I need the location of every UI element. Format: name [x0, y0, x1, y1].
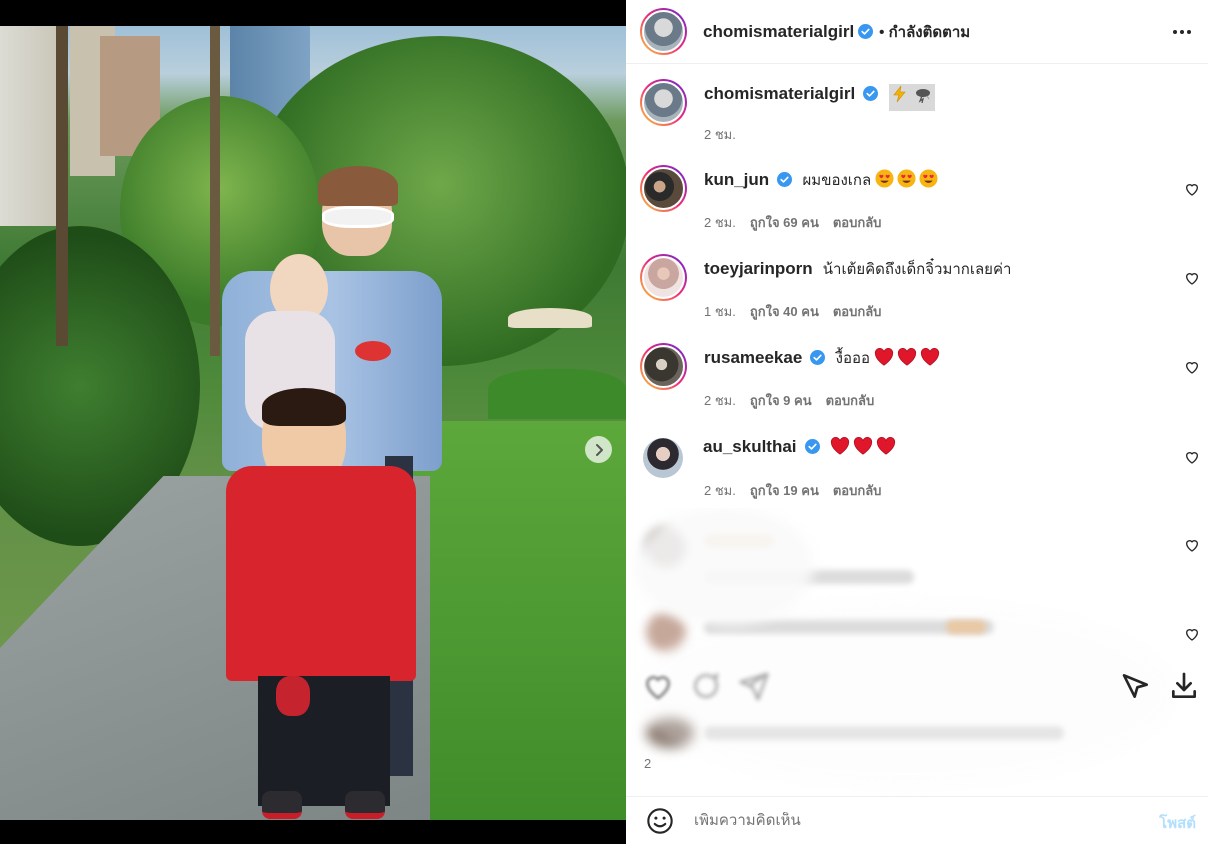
caption-emoji-sticker	[888, 84, 935, 111]
red-heart-emoji-icon	[874, 348, 943, 367]
like-comment-heart-icon[interactable]	[1184, 537, 1200, 553]
emoji-picker-icon[interactable]	[646, 807, 674, 835]
comment-avatar[interactable]	[643, 438, 683, 478]
comment-meta: 2 ชม. ถูกใจ 69 คน ตอบกลับ	[704, 212, 881, 233]
carousel-next-button[interactable]	[585, 436, 612, 463]
author-username[interactable]: chomismaterialgirl	[703, 22, 854, 42]
like-post-heart-icon[interactable]	[642, 670, 674, 702]
comment-time: 2 ชม.	[704, 393, 736, 408]
comment-avatar[interactable]	[640, 254, 687, 301]
comment-meta: 2 ชม. ถูกใจ 19 คน ตอบกลับ	[704, 480, 881, 501]
comment-meta: 2 ชม. ถูกใจ 9 คน ตอบกลับ	[704, 390, 874, 411]
comment-icon[interactable]	[690, 670, 722, 702]
comment-composer: โพสต์	[626, 796, 1208, 844]
comment-likes-count[interactable]: ถูกใจ 69 คน	[750, 212, 819, 233]
like-comment-heart-icon[interactable]	[1184, 449, 1200, 465]
comment-username[interactable]: rusameekae	[704, 348, 802, 367]
reply-button[interactable]: ตอบกลับ	[833, 480, 882, 501]
caption-time: 2 ชม.	[704, 127, 736, 142]
comment-item: rusameekae งื้อออ 2 ชม. ถูกใจ 9 คน ตอบกล…	[640, 343, 1200, 423]
follow-status-button[interactable]: • กำลังติดตาม	[879, 20, 970, 44]
blurred-comments-area: 2	[626, 508, 1208, 798]
comment-input[interactable]	[694, 812, 1134, 829]
author-avatar[interactable]	[640, 8, 687, 55]
heart-eyes-emoji-icon	[875, 169, 941, 189]
storm-cloud-icon	[915, 89, 930, 104]
lightning-emoji-icon	[892, 85, 906, 103]
share-icon[interactable]	[738, 670, 770, 702]
post-media-pane	[0, 0, 626, 844]
like-comment-heart-icon[interactable]	[1184, 359, 1200, 375]
download-save-icon[interactable]	[1168, 670, 1200, 702]
verified-badge-icon	[804, 439, 820, 454]
verified-badge-icon	[863, 86, 879, 101]
post-comment-button[interactable]: โพสต์	[1159, 811, 1196, 835]
comment-time: 2 ชม.	[704, 483, 736, 498]
comment-likes-count[interactable]: ถูกใจ 40 คน	[750, 301, 819, 322]
comment-likes-count[interactable]: ถูกใจ 19 คน	[750, 480, 819, 501]
comment-item: au_skulthai 2 ชม. ถูกใจ 19 คน ตอบกลับ	[640, 435, 1200, 515]
comment-time: 1 ชม.	[704, 304, 736, 319]
instagram-post-viewer: chomismaterialgirl • กำลังติดตาม chomism…	[0, 0, 1208, 844]
comment-username[interactable]: au_skulthai	[703, 437, 797, 456]
reply-button[interactable]: ตอบกลับ	[833, 212, 882, 233]
like-comment-heart-icon[interactable]	[1184, 626, 1200, 642]
chevron-right-icon	[595, 443, 603, 456]
comment-avatar[interactable]	[640, 343, 687, 390]
comment-text: ผมของเกล	[802, 172, 872, 189]
post-action-bar	[626, 656, 1208, 716]
like-comment-heart-icon[interactable]	[1184, 270, 1200, 286]
caption-meta: 2 ชม.	[704, 124, 736, 145]
tag-icon[interactable]	[1120, 670, 1152, 702]
comment-text: น้าเต้ยคิดถึงเด็กจิ๋วมากเลยค่า	[822, 261, 1012, 278]
comment-likes-count[interactable]: ถูกใจ 9 คน	[750, 390, 812, 411]
comment-item: toeyjarinporn น้าเต้ยคิดถึงเด็กจิ๋วมากเล…	[640, 254, 1200, 334]
more-horizontal-icon	[1173, 30, 1191, 34]
verified-badge-icon	[777, 172, 793, 187]
like-comment-heart-icon[interactable]	[1184, 181, 1200, 197]
red-heart-emoji-icon	[830, 437, 899, 456]
caption-username[interactable]: chomismaterialgirl	[704, 84, 855, 103]
post-photo[interactable]	[0, 26, 626, 820]
reply-button[interactable]: ตอบกลับ	[833, 301, 882, 322]
comment-username[interactable]: toeyjarinporn	[704, 259, 813, 278]
verified-badge-icon	[858, 24, 874, 39]
post-caption: chomismaterialgirl 2 ชม.	[640, 79, 1200, 149]
post-header: chomismaterialgirl • กำลังติดตาม	[626, 0, 1208, 64]
verified-badge-icon	[810, 350, 826, 365]
comment-item: kun_jun ผมของเกล 2 ชม. ถูกใจ 69 คน ตอบกล…	[640, 165, 1200, 245]
more-options-button[interactable]	[1170, 20, 1194, 44]
comment-text: งื้อออ	[835, 350, 871, 367]
comment-meta: 1 ชม. ถูกใจ 40 คน ตอบกลับ	[704, 301, 881, 322]
comment-time: 2 ชม.	[704, 215, 736, 230]
reply-button[interactable]: ตอบกลับ	[826, 390, 875, 411]
comment-avatar[interactable]	[640, 165, 687, 212]
comments-panel: chomismaterialgirl • กำลังติดตาม chomism…	[626, 0, 1208, 844]
blurred-comment-time: 2	[644, 756, 652, 771]
comment-username[interactable]: kun_jun	[704, 170, 769, 189]
caption-avatar[interactable]	[640, 79, 687, 126]
